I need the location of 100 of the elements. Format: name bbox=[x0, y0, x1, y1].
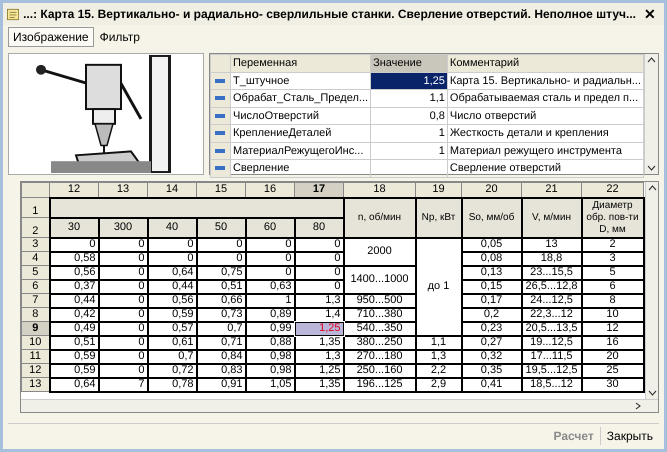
tab[interactable]: Изображение bbox=[8, 27, 94, 47]
table-cell: Сверление bbox=[230, 160, 371, 177]
table-cell: 16 bbox=[582, 336, 644, 350]
table-cell: 0,59 bbox=[50, 350, 98, 364]
table-cell: 0,84 bbox=[196, 350, 246, 364]
column-header: 19 bbox=[416, 182, 462, 198]
column-header: Переменная bbox=[230, 54, 371, 72]
row-marker-icon bbox=[215, 78, 226, 83]
table-cell: 20 bbox=[582, 350, 644, 364]
table-cell: КреплениеДеталей bbox=[230, 124, 371, 142]
table-cell: Жесткость детали и крепления bbox=[447, 124, 644, 142]
table-cell: 0,17 bbox=[462, 294, 522, 308]
column-header: 21 bbox=[522, 182, 582, 198]
table-cell: 0 bbox=[294, 280, 344, 294]
header-cell: So, мм/об bbox=[462, 198, 522, 238]
table-cell: 0 bbox=[50, 238, 98, 252]
table-cell: 23...15,5 bbox=[522, 266, 582, 280]
table-cell: Число отверстий bbox=[447, 107, 644, 124]
table-cell: 8 bbox=[582, 294, 644, 308]
table-cell: 0,59 bbox=[148, 308, 196, 322]
table-cell: 0,8 bbox=[370, 107, 448, 124]
table-cell: 0,78 bbox=[148, 378, 196, 392]
table-cell: 540...350 bbox=[344, 322, 416, 336]
table-cell: 1,25 bbox=[294, 364, 344, 378]
table-cell: 0,98 bbox=[246, 364, 294, 378]
table-cell: 0 bbox=[196, 252, 246, 266]
table-cell: 0 bbox=[294, 252, 344, 266]
table-cell: 0,91 bbox=[196, 378, 246, 392]
table-cell: до 1 bbox=[416, 238, 462, 336]
table-cell: 0 bbox=[98, 294, 148, 308]
row-header: 4 bbox=[22, 252, 50, 266]
table-cell: 0 bbox=[246, 252, 294, 266]
row-header: 7 bbox=[22, 294, 50, 308]
table-cell: 0 bbox=[98, 364, 148, 378]
table-cell: 2000 bbox=[344, 238, 416, 266]
action-button[interactable]: Закрыть bbox=[600, 426, 659, 444]
table-cell: 0,35 bbox=[462, 364, 522, 378]
table-cell: 380...250 bbox=[344, 336, 416, 350]
table-cell: 0 bbox=[98, 266, 148, 280]
table-cell: 13 bbox=[522, 238, 582, 252]
table-cell: 1,3 bbox=[416, 350, 462, 364]
table-cell: 0,44 bbox=[148, 280, 196, 294]
column-header: 14 bbox=[148, 182, 196, 198]
document-icon bbox=[7, 8, 20, 20]
scrollbar[interactable] bbox=[644, 182, 658, 399]
table-cell: 5 bbox=[582, 266, 644, 280]
table-cell: 0,41 bbox=[462, 378, 522, 392]
table-cell: 0,75 bbox=[196, 266, 246, 280]
column-header: 16 bbox=[246, 182, 294, 198]
table-cell: 250...160 bbox=[344, 364, 416, 378]
table-cell: Обрабатываемая сталь и предел п... bbox=[447, 90, 644, 107]
scrollbar[interactable] bbox=[644, 54, 658, 174]
table-cell: 1,1 bbox=[370, 90, 448, 107]
table-cell: 0,59 bbox=[50, 364, 98, 378]
table-cell: 0 bbox=[148, 238, 196, 252]
row-header: 8 bbox=[22, 308, 50, 322]
table-cell: 0 bbox=[98, 350, 148, 364]
table-cell: Материал режущего инструмента bbox=[447, 142, 644, 160]
table-cell: 0,98 bbox=[246, 350, 294, 364]
header-cell: Np, кВт bbox=[416, 198, 462, 238]
table-cell: 0 bbox=[294, 266, 344, 280]
table-cell: 20,5...13,5 bbox=[522, 322, 582, 336]
row-header: 13 bbox=[22, 378, 50, 392]
column-header: Значение bbox=[370, 54, 448, 72]
horizontal-scrollbar[interactable] bbox=[21, 399, 658, 412]
table-cell: 0,51 bbox=[196, 280, 246, 294]
table-cell: 1,25 bbox=[294, 322, 344, 336]
table-cell: 0,89 bbox=[246, 308, 294, 322]
table-cell: 1,35 bbox=[294, 336, 344, 350]
row-header: 2 bbox=[22, 218, 50, 238]
table-cell: 30 bbox=[582, 378, 644, 392]
table-cell: МатериалРежущегоИнс... bbox=[230, 142, 371, 160]
table-cell: 0 bbox=[148, 252, 196, 266]
row-header: 5 bbox=[22, 266, 50, 280]
table-cell: 0,72 bbox=[148, 364, 196, 378]
table-cell: 0,23 bbox=[462, 322, 522, 336]
table-cell: 12 bbox=[582, 322, 644, 336]
table-cell: 10 bbox=[582, 308, 644, 322]
tab[interactable]: Фильтр bbox=[96, 27, 144, 47]
table-cell: 0,88 bbox=[246, 336, 294, 350]
table-cell: 6 bbox=[582, 280, 644, 294]
table-cell: 1,25 bbox=[370, 72, 448, 90]
table-cell: 0 bbox=[98, 252, 148, 266]
header-cell: V, м/мин bbox=[522, 198, 582, 238]
table-cell: 950...500 bbox=[344, 294, 416, 308]
table-cell: 1,05 bbox=[246, 378, 294, 392]
row-header: 12 bbox=[22, 364, 50, 378]
table-cell: 19...12,5 bbox=[522, 336, 582, 350]
table-cell: 2,9 bbox=[416, 378, 462, 392]
table-cell: 0 bbox=[98, 280, 148, 294]
table-cell: 0 bbox=[98, 308, 148, 322]
table-cell: 0,7 bbox=[148, 350, 196, 364]
row-marker-icon bbox=[215, 114, 226, 118]
table-cell: Сверление отверстий bbox=[447, 160, 644, 177]
table-cell: 0,73 bbox=[196, 308, 246, 322]
close-button[interactable]: ✕ bbox=[640, 4, 660, 24]
table-cell: 18,5...12 bbox=[522, 378, 582, 392]
table-cell: 0,58 bbox=[50, 252, 98, 266]
table-cell: 22,3...12 bbox=[522, 308, 582, 322]
table-cell: 0,37 bbox=[50, 280, 98, 294]
